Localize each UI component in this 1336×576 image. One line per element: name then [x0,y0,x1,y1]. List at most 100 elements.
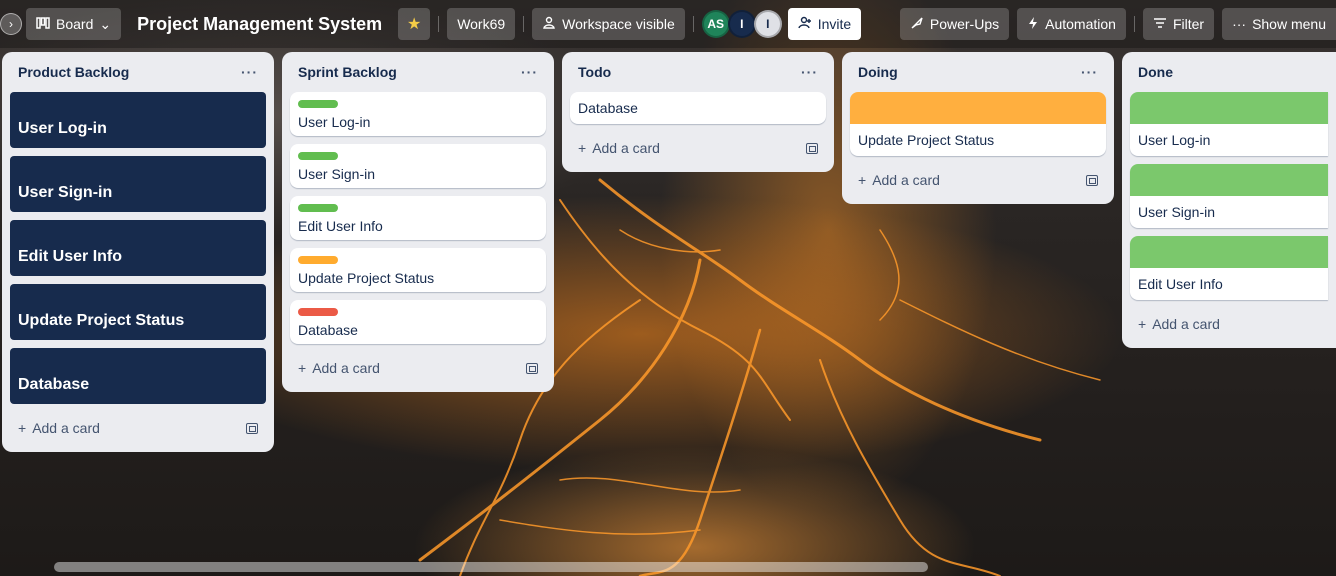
card-title: User Log-in [1138,132,1211,148]
add-card-button[interactable]: + Add a card [858,172,940,188]
card-title: Update Project Status [298,270,435,286]
power-ups-button[interactable]: Power-Ups [899,8,1010,40]
filter-button[interactable]: Filter [1142,8,1215,40]
board-view-switcher[interactable]: Board ⌄ [26,8,122,40]
card[interactable]: User Sign-in [290,144,546,188]
show-menu-button[interactable]: ··· Show menu [1222,8,1336,40]
create-from-template-icon[interactable] [246,422,258,434]
star-icon: ★ [407,16,422,33]
card-title: User Sign-in [18,184,113,201]
card[interactable]: Database [10,348,266,404]
board-scrollbar-thumb[interactable] [54,562,928,572]
list-done: Done User Log-in User Sign-in Edit User … [1122,52,1336,348]
label-green[interactable] [298,100,338,108]
list-menu-icon[interactable]: ··· [1081,64,1098,80]
plus-icon: + [858,172,867,188]
board-header: › Board ⌄ Project Management System ★ Wo… [0,0,1336,48]
list-title[interactable]: Product Backlog [18,64,129,80]
add-card-button[interactable]: + Add a card [1138,316,1220,332]
list-title[interactable]: Todo [578,64,611,80]
invite-button[interactable]: Invite [787,8,862,40]
card[interactable]: Edit User Info [1130,236,1328,300]
label-orange[interactable] [298,256,338,264]
expand-sidebar-button[interactable]: › [0,13,22,35]
card-title: User Log-in [18,120,107,137]
add-card-button[interactable]: + Add a card [298,360,380,376]
card[interactable]: User Log-in [10,92,266,148]
create-from-template-icon[interactable] [806,142,818,154]
card[interactable]: Update Project Status [850,92,1106,156]
show-menu-label: Show menu [1252,16,1326,32]
add-card-row: + Add a card [290,352,546,384]
automation-button[interactable]: Automation [1017,8,1126,40]
card-title: User Log-in [298,114,371,130]
card-title: Database [298,322,358,338]
plus-icon: + [298,360,307,376]
board-title[interactable]: Project Management System [129,14,390,35]
board-icon [36,16,50,32]
card-cover-green [1130,236,1328,268]
add-card-label: Add a card [592,140,660,156]
header-divider [523,16,525,32]
list-header: Product Backlog ··· [10,52,266,92]
card-title: Edit User Info [18,248,123,265]
card[interactable]: Database [290,300,546,344]
card-title: Database [578,100,638,116]
card[interactable]: User Sign-in [1130,164,1328,228]
list-menu-icon[interactable]: ··· [241,64,258,80]
rocket-icon [910,16,924,33]
star-button[interactable]: ★ [398,8,431,40]
add-card-label: Add a card [312,360,380,376]
list-product-backlog: Product Backlog ··· User Log-in User Sig… [2,52,274,452]
member-avatars: AS I I [701,10,782,38]
list-menu-icon[interactable]: ··· [521,64,538,80]
invite-label: Invite [817,16,852,32]
card-title: Edit User Info [298,218,383,234]
label-red[interactable] [298,308,338,316]
add-card-row: + Add a card [10,412,266,444]
card-title: User Sign-in [1138,204,1216,220]
list-doing: Doing ··· Update Project Status + Add a … [842,52,1114,204]
card[interactable]: Update Project Status [290,248,546,292]
list-header: Doing ··· [850,52,1106,92]
card-cover-green [1130,164,1328,196]
list-sprint-backlog: Sprint Backlog ··· User Log-in User Sign… [282,52,554,392]
visibility-button[interactable]: Workspace visible [532,8,685,40]
list-title[interactable]: Doing [858,64,898,80]
list-title[interactable]: Sprint Backlog [298,64,397,80]
list-menu-icon[interactable]: ··· [801,64,818,80]
create-from-template-icon[interactable] [526,362,538,374]
automation-label: Automation [1045,16,1116,32]
chevron-down-icon: ⌄ [99,15,112,32]
workspace-button[interactable]: Work69 [447,8,516,40]
card-title: Update Project Status [858,132,995,148]
card[interactable]: Database [570,92,826,124]
plus-icon: + [1138,316,1147,332]
card-title: Database [18,376,90,393]
power-ups-label: Power-Ups [929,16,1000,32]
card[interactable]: Edit User Info [290,196,546,240]
add-person-icon [798,16,812,33]
list-header: Done [1130,52,1328,92]
card[interactable]: Edit User Info [10,220,266,276]
card[interactable]: User Log-in [290,92,546,136]
add-card-button[interactable]: + Add a card [578,140,660,156]
list-todo: Todo ··· Database + Add a card [562,52,834,172]
card[interactable]: User Log-in [1130,92,1328,156]
label-green[interactable] [298,204,338,212]
avatar[interactable]: I [727,10,756,38]
label-green[interactable] [298,152,338,160]
add-card-label: Add a card [32,420,100,436]
card[interactable]: User Sign-in [10,156,266,212]
add-card-button[interactable]: + Add a card [18,420,100,436]
plus-icon: + [18,420,27,436]
card[interactable]: Update Project Status [10,284,266,340]
lightning-icon [1027,16,1039,33]
list-header: Sprint Backlog ··· [290,52,546,92]
list-title[interactable]: Done [1138,64,1173,80]
create-from-template-icon[interactable] [1086,174,1098,186]
avatar[interactable]: I [753,10,782,38]
avatar[interactable]: AS [701,10,730,38]
add-card-label: Add a card [1152,316,1220,332]
filter-label: Filter [1172,16,1205,32]
